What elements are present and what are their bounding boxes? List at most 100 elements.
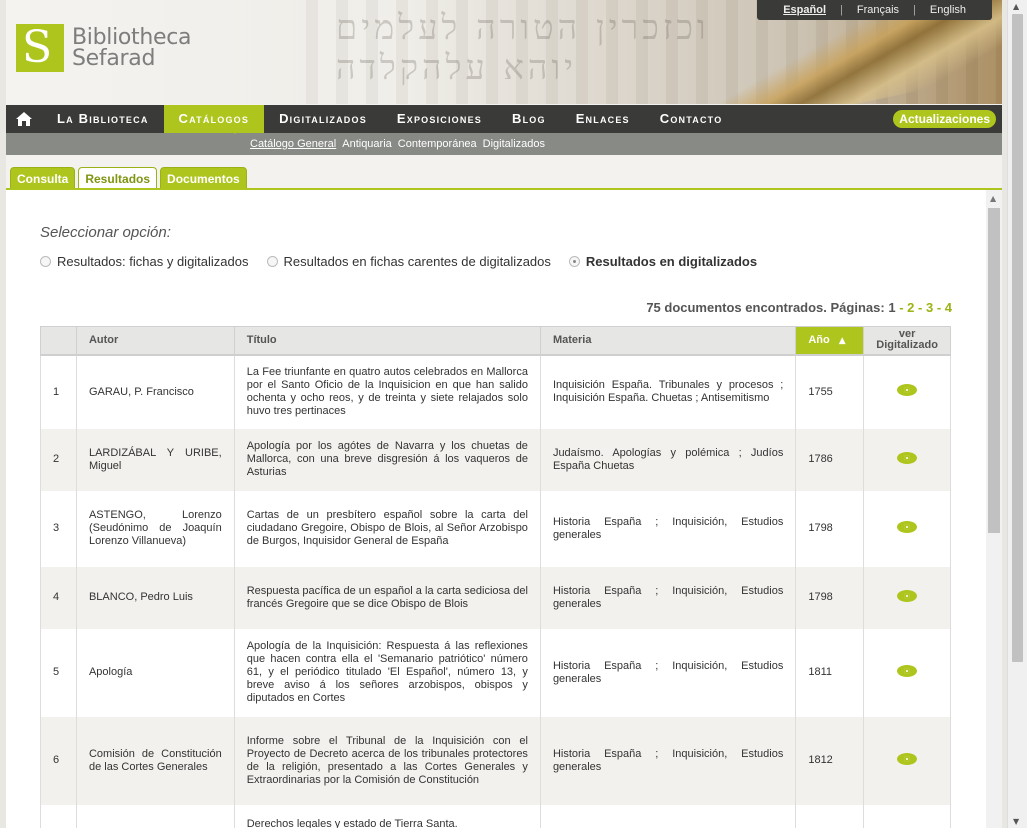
page-link-2[interactable]: 2 [907,300,914,315]
logo-line2: Sefarad [72,46,156,71]
radio-fichas-y-digitalizados[interactable]: Resultados: fichas y digitalizados [40,254,249,269]
row-number: 4 [40,566,77,629]
table-row[interactable]: 2 LARDIZÁBAL Y URIBE, Miguel Apología por … [40,428,951,491]
col-titulo[interactable]: Título [233,326,541,356]
sort-up-icon: ▲ [838,336,846,347]
tab-consulta[interactable]: Consulta [10,167,76,189]
nav-contacto[interactable]: Contacto [645,105,738,133]
view-digitized-eye-icon[interactable] [897,589,918,602]
cell-materia: Historia España ; Inquisición, Estudios … [539,566,797,629]
table-row[interactable]: 4 BLANCO, Pedro Luis Respuesta pacífica de… [40,566,951,629]
radio-label: Resultados en digitalizados [585,254,758,269]
cell-materia: Historia España ; Inquisición, Estudios … [539,716,797,805]
options-title: Seleccionar opción: [40,224,171,241]
cell-titulo[interactable]: Respuesta pacífica de un español a la ca… [233,566,541,629]
table-row[interactable]: 3 ASTENGO, Lorenzo (Seudónimo de Joaquín … [40,490,951,567]
radio-button[interactable] [40,256,51,267]
col-autor[interactable]: Autor [75,326,235,356]
nav-biblioteca[interactable]: La Biblioteca [42,105,164,133]
view-digitized-eye-icon[interactable] [897,752,918,765]
row-number: 5 [40,628,77,717]
cell-ver-digitalizado [863,628,951,717]
page-1: 1 [888,300,896,315]
subnav-digitalizados[interactable]: Digitalizados [483,138,545,150]
cell-titulo[interactable]: La Fee triunfante en quatro autos celebr… [233,354,541,429]
row-number: 6 [40,716,77,805]
logo-text: Bibliotheca Sefarad [72,25,192,71]
header-hebrew-text: וכזכרין הטורה לעלמים יוהא עלהקלדה [336,8,710,88]
nav-digitalizados[interactable]: Digitalizados [264,105,382,133]
lang-en[interactable]: English [916,4,980,16]
radio-button[interactable] [266,256,278,267]
table-row[interactable]: 5 Apología Apología de la Inquisición: Res… [40,628,951,717]
col-anio-sorted[interactable]: Año ▲ [795,326,865,356]
cell-autor: LARDIZÁBAL Y URIBE, Miguel [75,428,235,491]
active-nav-caret-icon [228,127,242,134]
page-link-4[interactable]: 4 [945,300,952,315]
nav-exposiciones[interactable]: Exposiciones [382,105,497,133]
table-row[interactable]: Derechos legales y estado de Tierra Sant… [40,804,951,828]
col-materia[interactable]: Materia [539,326,797,356]
cell-titulo[interactable]: Apología por los agótes de Navarra y los… [233,428,541,491]
cell-ver-digitalizado [863,354,951,429]
tab-resultados[interactable]: Resultados [78,167,158,189]
subnav-catalogo-general[interactable]: Catálogo General [250,138,336,150]
panel-scrollbar-thumb[interactable] [988,208,1000,533]
updates-button[interactable]: Actualizaciones [893,110,996,128]
nav-blog[interactable]: Blog [497,105,561,133]
cell-titulo[interactable]: Apología de la Inquisición: Respuesta á … [233,628,541,717]
cell-materia: Historia España ; Inquisición, Estudios … [539,490,797,567]
cell-anio: 1755 [795,354,865,429]
radio-label: Resultados: fichas y digitalizados [57,254,249,269]
page-scrollbar[interactable]: ▲ ▼ [1007,0,1027,828]
scroll-up-icon[interactable]: ▲ [990,194,996,203]
radio-label: Resultados en fichas carentes de digital… [283,254,551,269]
radio-fichas-sin-digitalizados[interactable]: Resultados en fichas carentes de digital… [266,254,551,269]
subnav-antiquaria[interactable]: Antiquaria [342,138,392,150]
page-link-3[interactable]: 3 [926,300,933,315]
cell-materia [539,804,797,828]
table-row[interactable]: 6 Comisión de Constitución de las Cortes … [40,716,951,805]
panel-scrollbar[interactable]: ▲ [986,190,1002,828]
cell-anio: 1798 [795,490,865,567]
view-digitized-eye-icon[interactable] [897,520,918,533]
lang-fr[interactable]: Français [843,4,913,16]
nav-catalogos[interactable]: Catálogos [163,105,265,133]
row-number [40,804,77,828]
cell-materia: Inquisición España. Tribunales y proceso… [539,354,797,429]
scroll-up-icon[interactable]: ▲ [1013,2,1019,11]
scroll-down-icon[interactable]: ▼ [1013,817,1019,826]
cell-autor: ASTENGO, Lorenzo (Seudónimo de Joaquín L… [75,490,235,567]
table-row[interactable]: 1 GARAU, P. Francisco La Fee triunfante en… [40,354,951,429]
cell-anio: 1798 [795,566,865,629]
cell-titulo[interactable]: Derechos legales y estado de Tierra Sant… [233,804,541,828]
sub-nav: Catálogo General Antiquaria Contemporáne… [6,127,1002,155]
tab-documentos[interactable]: Documentos [160,167,247,189]
scrollbar-thumb[interactable] [1012,14,1023,662]
col-anio-label: Año [808,334,830,347]
cell-titulo[interactable]: Informe sobre el Tribunal de la Inquisic… [233,716,541,805]
language-bar: Español | Français | English [757,0,992,20]
radio-digitalizados[interactable]: Resultados en digitalizados [568,254,758,269]
cell-ver-digitalizado [863,428,951,491]
view-digitized-eye-icon[interactable] [897,451,918,464]
cell-anio: 1812 [795,716,865,805]
cell-titulo[interactable]: Cartas de un presbítero español sobre la… [233,490,541,567]
logo-line1: Bibliotheca [72,25,192,50]
lang-es[interactable]: Español [769,4,840,16]
main-nav: La Biblioteca Catálogos Digitalizados Ex… [6,105,1002,133]
cell-ver-digitalizado [863,804,951,828]
site-logo[interactable]: S Bibliotheca Sefarad [16,24,192,72]
view-digitized-eye-icon[interactable] [897,664,918,677]
logo-mark-icon: S [16,24,64,72]
nav-enlaces[interactable]: Enlaces [561,105,645,133]
cell-anio: 1811 [795,628,865,717]
header: וכזכרין הטורה לעלמים יוהא עלהקלדה S Bibl… [6,0,1002,104]
subnav-contemporanea[interactable]: Contemporánea [398,138,477,150]
home-icon[interactable] [6,105,42,133]
view-digitized-eye-icon[interactable] [897,384,918,396]
table-header-row: Autor Título Materia Año ▲ ver Digitaliz… [40,326,951,356]
cell-anio: 1786 [795,428,865,491]
radio-button-selected[interactable] [568,256,580,267]
row-number: 2 [40,428,77,491]
